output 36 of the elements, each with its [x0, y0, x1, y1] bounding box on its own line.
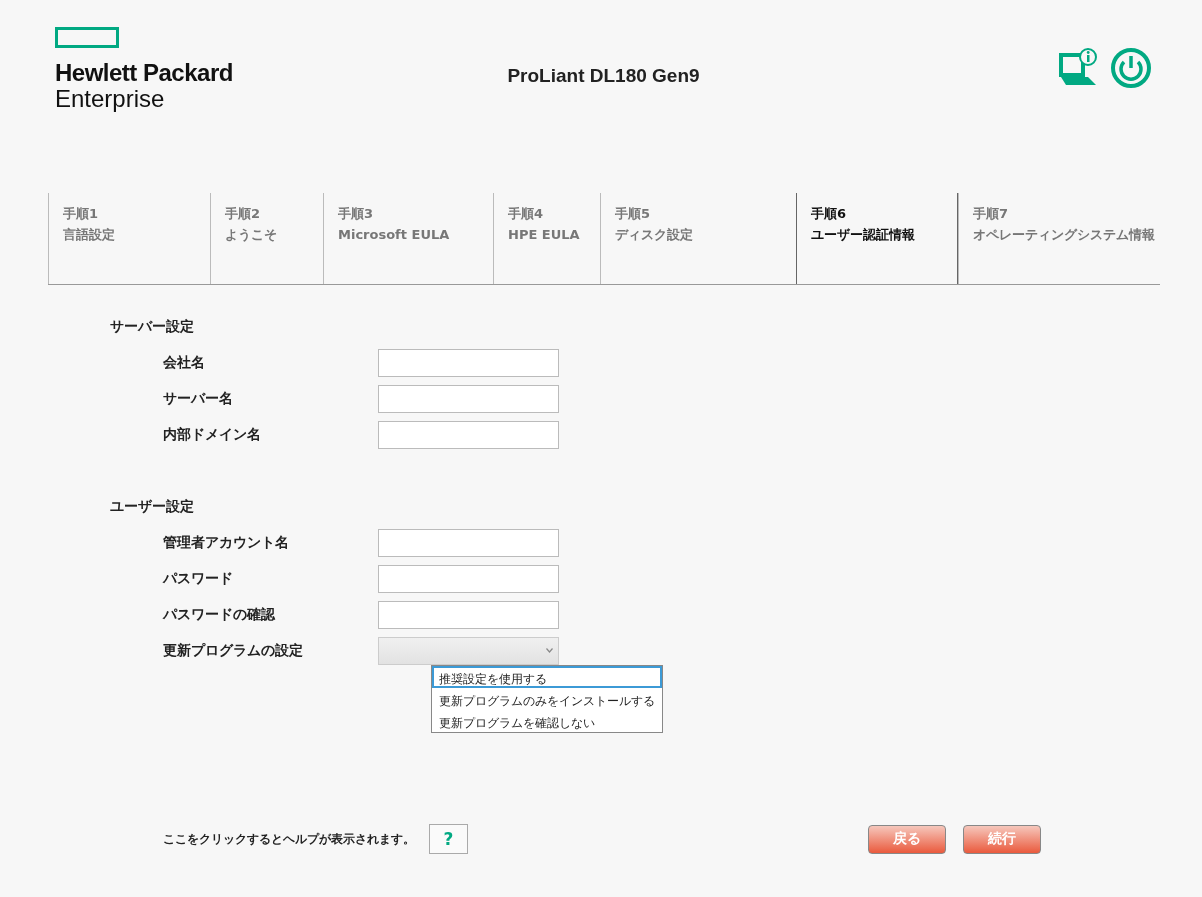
logo-text: Hewlett Packard — [55, 60, 233, 86]
step-tab[interactable]: 手順3 Microsoft EULA — [323, 193, 493, 284]
field-label: パスワード — [161, 570, 234, 588]
dropdown-option[interactable]: 推奨設定を使用する — [432, 666, 662, 688]
step-tab[interactable]: 手順1 言語設定 — [48, 193, 210, 284]
dropdown-field[interactable] — [378, 637, 559, 665]
field-label: サーバー名 — [162, 390, 234, 408]
field-label: 更新プログラムの設定 — [162, 642, 304, 660]
section-heading: サーバー設定 — [110, 317, 195, 336]
product-title: ProLiant DL180 Gen9 — [506, 65, 701, 87]
password-field[interactable] — [378, 601, 559, 629]
next-button[interactable]: 続行 — [963, 824, 1041, 854]
power-icon[interactable] — [1110, 47, 1152, 89]
field-label: 会社名 — [162, 354, 206, 372]
logo-mark — [55, 27, 119, 48]
help-text: ここをクリックするとヘルプが表示されます。 — [163, 831, 415, 847]
field-label: 内部ドメイン名 — [162, 426, 262, 444]
section-heading: ユーザー設定 — [110, 497, 195, 516]
dropdown-option[interactable]: 更新プログラムを確認しない — [432, 710, 662, 732]
logo-text: Enterprise — [55, 86, 165, 112]
step-tab[interactable]: 手順4 HPE EULA — [493, 193, 600, 284]
back-button[interactable]: 戻る — [868, 824, 946, 854]
caret-icon — [546, 648, 553, 653]
help-button[interactable]: ? — [429, 824, 468, 854]
input-field[interactable] — [378, 529, 559, 557]
step-tab[interactable]: 手順2 ようこそ — [210, 193, 323, 284]
step-tab[interactable]: 手順6 ユーザー認証情報 — [796, 193, 958, 284]
field-label: 管理者アカウント名 — [162, 534, 290, 552]
input-field[interactable] — [378, 349, 559, 377]
input-field[interactable] — [378, 421, 559, 449]
input-field[interactable] — [378, 385, 559, 413]
password-field[interactable] — [378, 565, 559, 593]
dropdown-option[interactable]: 更新プログラムのみをインストールする — [432, 688, 662, 710]
step-tab[interactable]: 手順7 オペレーティングシステム情報 — [958, 193, 1160, 284]
step-tab[interactable]: 手順5 ディスク設定 — [600, 193, 796, 284]
field-label: パスワードの確認 — [161, 606, 276, 624]
